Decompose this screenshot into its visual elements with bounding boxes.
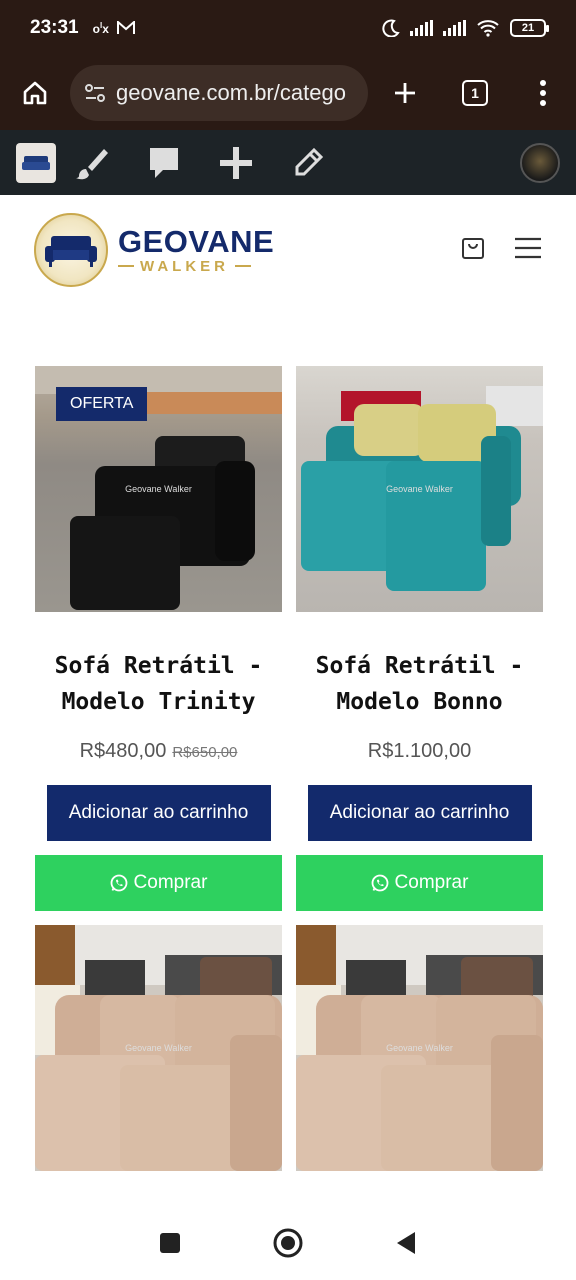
product-title-line1: Sofá Retrátil -	[54, 653, 263, 679]
site-settings-icon	[85, 84, 105, 102]
status-time: 23:31	[30, 17, 79, 38]
gmail-icon	[116, 21, 135, 34]
brush-icon	[76, 148, 108, 179]
tab-switcher-button[interactable]: 1	[440, 80, 510, 106]
image-watermark: Geovane Walker	[386, 1043, 453, 1053]
home-icon	[23, 81, 47, 105]
hamburger-menu-icon	[515, 237, 541, 258]
site-thumbnail[interactable]	[16, 142, 56, 183]
image-watermark: Geovane Walker	[386, 484, 453, 494]
whatsapp-buy-button[interactable]: Comprar	[296, 855, 543, 911]
do-not-disturb-moon-icon	[382, 19, 400, 37]
image-watermark: Geovane Walker	[125, 484, 192, 494]
image-watermark: Geovane Walker	[125, 1043, 192, 1053]
browser-toolbar: geovane.com.br/catego 1	[0, 56, 576, 130]
system-navigation-bar	[0, 1210, 576, 1280]
notification-icons: olx	[93, 21, 135, 36]
buy-label: Comprar	[394, 872, 469, 893]
admin-toolbar	[0, 130, 576, 195]
product-card: Geovane Walker	[296, 925, 543, 1171]
product-image[interactable]: Geovane Walker	[296, 925, 543, 1171]
more-vertical-icon	[540, 80, 546, 106]
comments-button[interactable]	[128, 145, 200, 181]
current-price: R$1.100,00	[367, 740, 472, 762]
status-bar: 23:31 olx 21	[0, 0, 576, 56]
comment-icon	[150, 147, 178, 178]
product-title[interactable]: Sofá Retrátil - Modelo Trinity	[35, 648, 282, 720]
logo-subtitle: WALKER	[118, 258, 274, 275]
buy-label: Comprar	[133, 872, 208, 893]
add-new-button[interactable]	[200, 145, 272, 181]
system-status-icons: 21	[382, 19, 549, 37]
whatsapp-icon	[371, 874, 388, 892]
pencil-icon	[295, 147, 324, 175]
shopping-bag-icon	[462, 237, 484, 259]
product-image[interactable]: Geovane Walker	[296, 366, 543, 612]
back-button[interactable]	[395, 1230, 417, 1261]
site-header: GEOVANE WALKER	[0, 195, 576, 305]
signal-icon	[410, 20, 433, 36]
signal-icon-2	[443, 20, 466, 36]
product-title-line1: Sofá Retrátil -	[315, 653, 524, 679]
edit-page-button[interactable]	[272, 147, 344, 179]
cart-button[interactable]	[460, 235, 486, 266]
address-bar[interactable]: geovane.com.br/catego	[70, 65, 368, 121]
plus-icon	[395, 83, 415, 103]
site-logo[interactable]: GEOVANE WALKER	[34, 213, 274, 287]
product-title-line2: Modelo Trinity	[61, 689, 256, 715]
sofa-icon	[22, 155, 50, 170]
wifi-icon	[477, 20, 499, 37]
logo-emblem-icon	[34, 213, 108, 287]
sale-badge: OFERTA	[56, 387, 148, 421]
menu-button[interactable]	[514, 237, 542, 264]
plus-icon	[220, 146, 252, 179]
tab-count: 1	[462, 80, 488, 106]
product-image[interactable]: OFERTA Geovane Walker	[35, 366, 282, 612]
old-price: R$650,00	[172, 744, 238, 761]
sofa-icon	[45, 236, 97, 267]
new-tab-button[interactable]	[370, 80, 440, 106]
add-to-cart-button[interactable]: Adicionar ao carrinho	[307, 785, 532, 841]
url-text: geovane.com.br/catego	[116, 80, 346, 105]
product-price: R$480,00 R$650,00	[35, 740, 282, 763]
home-nav-button[interactable]	[273, 1228, 303, 1263]
add-to-cart-button[interactable]: Adicionar ao carrinho	[46, 785, 271, 841]
product-card: OFERTA Geovane Walker Sofá Retrátil - Mo…	[35, 366, 282, 911]
battery-icon: 21	[510, 19, 549, 37]
logo-name: GEOVANE	[118, 223, 275, 259]
customize-button[interactable]	[56, 145, 128, 181]
browser-menu-button[interactable]	[510, 80, 576, 106]
circle-home-icon	[273, 1228, 303, 1257]
whatsapp-icon	[110, 874, 127, 892]
logo-subtitle-text: WALKER	[140, 257, 229, 275]
back-triangle-icon	[397, 1231, 415, 1254]
olx-icon: olx	[92, 20, 109, 36]
product-card: Geovane Walker Sofá Retrátil - Modelo Bo…	[296, 366, 543, 911]
product-title[interactable]: Sofá Retrátil - Modelo Bonno	[296, 648, 543, 720]
user-avatar[interactable]	[520, 142, 560, 183]
product-image[interactable]: Geovane Walker	[35, 925, 282, 1171]
product-card: Geovane Walker	[35, 925, 282, 1171]
square-icon	[160, 1232, 180, 1253]
current-price: R$480,00	[79, 740, 167, 762]
home-button[interactable]	[0, 79, 70, 107]
whatsapp-buy-button[interactable]: Comprar	[35, 855, 282, 911]
recents-button[interactable]	[159, 1232, 181, 1259]
product-price: R$1.100,00	[296, 740, 543, 763]
product-title-line2: Modelo Bonno	[336, 689, 503, 715]
